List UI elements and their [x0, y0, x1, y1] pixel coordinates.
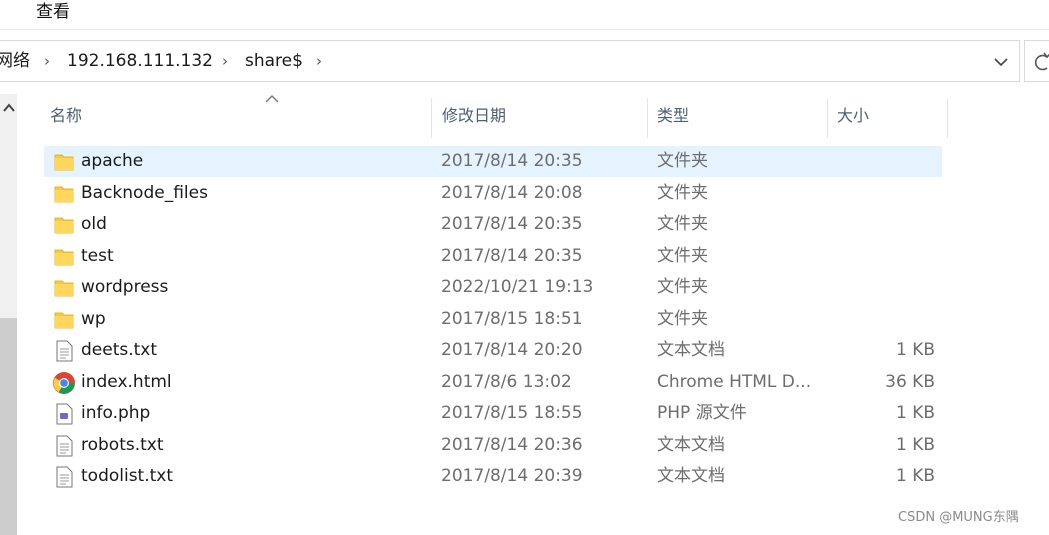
file-size	[834, 178, 935, 209]
file-date: 2017/8/14 20:20	[441, 340, 583, 360]
menu-view[interactable]: 查看	[36, 0, 70, 24]
file-type: 文本文档	[657, 340, 725, 360]
file-row[interactable]: todolist.txt 2017/8/14 20:39 文本文档 1 KB	[44, 461, 942, 492]
column-divider[interactable]	[947, 98, 948, 138]
file-row[interactable]: robots.txt 2017/8/14 20:36 文本文档 1 KB	[44, 430, 942, 461]
refresh-button[interactable]	[1024, 40, 1049, 82]
file-type: 文件夹	[657, 182, 708, 203]
folder-icon	[52, 245, 76, 269]
php-file-icon	[52, 402, 76, 426]
column-type[interactable]: 类型	[643, 94, 823, 136]
column-date[interactable]: 修改日期	[428, 94, 643, 136]
file-size: 36 KB	[885, 371, 935, 392]
file-name: Backnode_files	[81, 182, 208, 203]
folder-icon	[52, 213, 76, 237]
file-size: 1 KB	[895, 403, 935, 423]
file-name: wordpress	[81, 277, 169, 297]
file-row[interactable]: wp 2017/8/15 18:51 文件夹	[44, 304, 942, 335]
breadcrumb-network[interactable]: 网络	[0, 50, 30, 72]
scroll-thumb[interactable]	[0, 318, 17, 535]
file-row[interactable]: test 2017/8/14 20:35 文件夹	[44, 241, 942, 272]
chevron-right-icon[interactable]: ›	[316, 50, 322, 72]
column-size[interactable]: 大小	[823, 94, 948, 136]
vertical-scrollbar[interactable]	[0, 94, 17, 535]
file-size: 1 KB	[895, 340, 935, 360]
file-row[interactable]: old 2017/8/14 20:35 文件夹	[44, 209, 942, 240]
address-bar[interactable]: 网络 › 192.168.111.132 › share$ ›	[0, 40, 1020, 82]
file-name: index.html	[81, 371, 172, 392]
text-file-icon	[52, 339, 76, 363]
file-type: 文件夹	[657, 277, 708, 297]
file-size: 1 KB	[895, 434, 935, 455]
file-date: 2017/8/14 20:36	[441, 434, 583, 455]
chevron-right-icon[interactable]: ›	[44, 50, 50, 72]
file-row[interactable]: deets.txt 2017/8/14 20:20 文本文档 1 KB	[44, 335, 942, 366]
file-size: 1 KB	[895, 466, 935, 486]
menu-bar: 查看	[0, 0, 1049, 30]
file-date: 2017/8/6 13:02	[441, 371, 572, 392]
file-type: 文件夹	[657, 151, 708, 171]
file-date: 2022/10/21 19:13	[441, 277, 594, 297]
file-size	[834, 272, 935, 303]
file-date: 2017/8/15 18:51	[441, 308, 583, 329]
file-type: 文件夹	[657, 245, 708, 266]
chrome-icon	[52, 371, 76, 395]
file-date: 2017/8/15 18:55	[441, 403, 583, 423]
file-row[interactable]: info.php 2017/8/15 18:55 PHP 源文件 1 KB	[44, 398, 942, 429]
file-type: 文件夹	[657, 308, 708, 329]
folder-icon	[52, 276, 76, 300]
text-file-icon	[52, 465, 76, 489]
file-row[interactable]: Backnode_files 2017/8/14 20:08 文件夹	[44, 178, 942, 209]
file-name: test	[81, 245, 114, 266]
file-size	[834, 146, 935, 177]
file-name: old	[81, 214, 107, 234]
file-name: wp	[81, 308, 106, 329]
chevron-right-icon[interactable]: ›	[222, 50, 228, 72]
folder-icon	[52, 150, 76, 174]
file-row[interactable]: wordpress 2022/10/21 19:13 文件夹	[44, 272, 942, 303]
refresh-icon	[1034, 52, 1049, 71]
file-type: 文本文档	[657, 434, 725, 455]
file-date: 2017/8/14 20:35	[441, 245, 583, 266]
file-date: 2017/8/14 20:35	[441, 151, 583, 171]
file-name: todolist.txt	[81, 466, 174, 486]
scroll-up-button[interactable]	[0, 94, 17, 122]
file-name: info.php	[81, 403, 151, 423]
file-type: 文件夹	[657, 214, 708, 234]
file-date: 2017/8/14 20:39	[441, 466, 583, 486]
file-date: 2017/8/14 20:35	[441, 214, 583, 234]
file-type: PHP 源文件	[657, 403, 747, 423]
file-date: 2017/8/14 20:08	[441, 182, 583, 203]
chevron-down-icon[interactable]	[990, 51, 1012, 73]
file-name: robots.txt	[81, 434, 164, 455]
chevron-up-icon	[2, 103, 15, 112]
watermark: CSDN @MUNG东隅	[898, 510, 1019, 525]
breadcrumb-share[interactable]: share$	[245, 50, 303, 72]
file-name: apache	[81, 151, 144, 171]
breadcrumb-host[interactable]: 192.168.111.132	[67, 50, 213, 72]
file-row[interactable]: apache 2017/8/14 20:35 文件夹	[44, 146, 942, 177]
file-size	[834, 241, 935, 272]
folder-icon	[52, 308, 76, 332]
text-file-icon	[52, 434, 76, 458]
column-name[interactable]: 名称	[36, 94, 431, 136]
folder-icon	[52, 182, 76, 206]
file-size	[834, 209, 935, 240]
file-name: deets.txt	[81, 340, 158, 360]
file-size	[834, 304, 935, 335]
column-header: 名称 修改日期 类型 大小	[36, 94, 948, 138]
file-type: Chrome HTML D...	[657, 371, 812, 392]
file-row[interactable]: index.html 2017/8/6 13:02 Chrome HTML D...…	[44, 367, 942, 398]
file-type: 文本文档	[657, 466, 725, 486]
